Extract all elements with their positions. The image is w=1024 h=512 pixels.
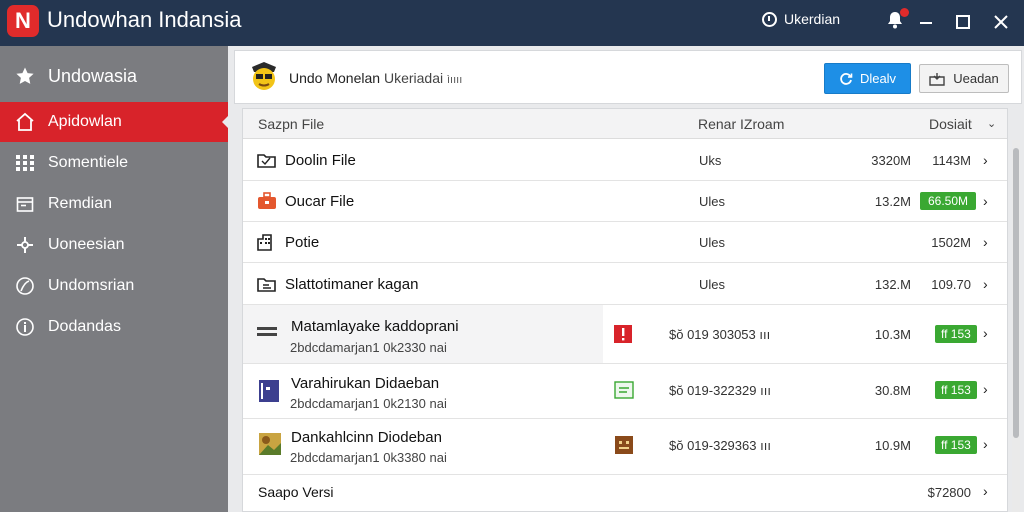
sidebar-item-label: Undowasia — [48, 65, 138, 86]
image-icon — [259, 433, 281, 455]
calendar-icon — [15, 194, 35, 214]
table-row[interactable]: Potie Ules 1502M › — [243, 222, 1007, 263]
folder-icon — [257, 151, 277, 171]
minimize-icon — [920, 22, 932, 24]
table-row[interactable]: Slattotimaner kagan Ules 132.M 109.70 › — [243, 263, 1007, 305]
status-badge: ff 153 — [935, 325, 977, 343]
sidebar-item-label: Undomsrian — [48, 277, 135, 294]
table-row[interactable]: Dankahlcinn Diodeban 2bdcdamarjan1 0k338… — [243, 419, 1007, 475]
sidebar-item-uoneesian[interactable]: Uoneesian — [0, 225, 228, 265]
maximize-button[interactable] — [950, 9, 976, 35]
sidebar-item-undowasia[interactable]: Undowasia — [0, 56, 228, 96]
note-icon — [614, 381, 634, 401]
chevron-right-icon[interactable]: › — [983, 234, 988, 250]
close-button[interactable] — [988, 9, 1014, 35]
scrollbar-thumb[interactable] — [1013, 148, 1019, 438]
chevron-right-icon[interactable]: › — [983, 276, 988, 292]
table-row[interactable]: Doolin File Uks 3320M 1143M › — [243, 140, 1007, 181]
avatar — [249, 61, 279, 93]
main-panel: Undo Monelan Ukeriadai ìıııı Dlealv Uead… — [234, 50, 1022, 512]
status-badge: ff 153 — [935, 381, 977, 399]
sidebar-item-apidowlan[interactable]: Apidowlan — [0, 102, 228, 142]
list-icon — [257, 324, 277, 344]
table-row[interactable]: Matamlayake kaddoprani 2bdcdamarjan1 0k2… — [243, 305, 1007, 364]
primary-button[interactable]: Dlealv — [824, 63, 911, 94]
chevron-right-icon[interactable]: › — [983, 483, 988, 499]
sidebar-item-label: Apidowlan — [48, 113, 122, 130]
sidebar-item-label: Uoneesian — [48, 236, 125, 253]
sidebar-item-label: Remdian — [48, 195, 113, 212]
row-code: $ŏ 019-322329 ııı — [669, 383, 771, 398]
minimize-button[interactable] — [913, 9, 939, 35]
tray-icon — [929, 72, 945, 86]
face-icon — [614, 435, 634, 455]
user-label: Ukerdian — [784, 11, 841, 27]
chevron-right-icon[interactable]: › — [983, 381, 988, 397]
main-header: Undo Monelan Ukeriadai ìıııı Dlealv Uead… — [234, 50, 1022, 104]
sidebar: Undowasia Apidowlan Somentiele Remdian U… — [0, 46, 228, 512]
sidebar-item-somentiele[interactable]: Somentiele — [0, 143, 228, 183]
row-code: $ŏ 019-329363 ııı — [669, 438, 771, 453]
table-row[interactable]: Oucar File Ules 13.2M 66.50M › — [243, 181, 1007, 222]
puzzle-icon — [15, 235, 35, 255]
sidebar-item-label: Somentiele — [48, 154, 129, 171]
refresh-icon — [840, 72, 853, 85]
document-icon — [259, 380, 279, 402]
clock-icon — [762, 11, 777, 27]
user-menu[interactable]: Ukerdian — [762, 11, 840, 27]
table-row[interactable]: Varahirukan Didaeban 2bdcdamarjan1 0k213… — [243, 364, 1007, 419]
sidebar-item-undomsrian[interactable]: Undomsrian — [0, 266, 228, 306]
app-logo: N — [7, 5, 39, 37]
file-list: Sazpn File Renar IZroam Dosiait ⌄ Doolin… — [242, 108, 1008, 512]
feather-icon — [15, 276, 35, 296]
chevron-right-icon[interactable]: › — [983, 193, 988, 209]
page-title: Undo Monelan Ukeriadai ìıııı — [289, 70, 463, 86]
home-icon — [15, 112, 35, 132]
column-header-right[interactable]: Dosiait — [929, 116, 972, 132]
sidebar-item-label: Dodandas — [48, 318, 121, 335]
alert-icon — [613, 324, 633, 344]
row-code: $ŏ 019 303053 ııı — [669, 327, 771, 342]
star-icon — [15, 66, 35, 86]
maximize-icon — [956, 15, 970, 29]
sidebar-item-remdian[interactable]: Remdian — [0, 184, 228, 224]
status-badge: ff 153 — [935, 436, 977, 454]
grid-icon — [15, 153, 35, 173]
notification-badge — [900, 8, 909, 17]
column-header-mid[interactable]: Renar IZroam — [698, 116, 784, 132]
title-bar: N Undowhan Indansia Ukerdian — [0, 0, 1024, 46]
status-badge: 66.50M — [920, 192, 977, 210]
column-header-name[interactable]: Sazpn File — [258, 116, 324, 132]
table-row[interactable]: Saapo Versi $72800 › — [243, 475, 1007, 511]
briefcase-icon — [257, 192, 277, 212]
folder-open-icon — [257, 275, 277, 295]
sort-chevron-icon[interactable]: ⌄ — [987, 117, 996, 130]
chevron-right-icon[interactable]: › — [983, 436, 988, 452]
notification-button[interactable] — [885, 8, 909, 32]
chevron-right-icon[interactable]: › — [983, 325, 988, 341]
close-icon — [994, 15, 1008, 29]
chevron-right-icon[interactable]: › — [983, 152, 988, 168]
list-header: Sazpn File Renar IZroam Dosiait ⌄ — [243, 109, 1007, 139]
sidebar-item-dodandas[interactable]: Dodandas — [0, 307, 228, 347]
info-icon — [15, 317, 35, 337]
app-title: Undowhan Indansia — [47, 7, 242, 32]
building-icon — [257, 233, 277, 253]
secondary-button[interactable]: Ueadan — [919, 64, 1009, 93]
